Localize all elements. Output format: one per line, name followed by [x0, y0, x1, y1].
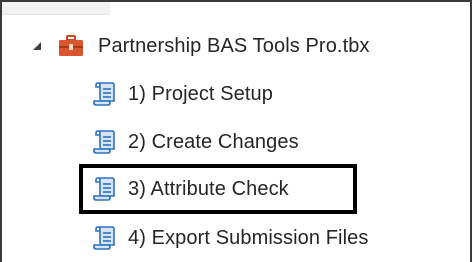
- tree-item-script-4[interactable]: 4) Export Submission Files: [92, 220, 368, 256]
- highlight-box: [79, 164, 357, 214]
- python-script-icon: [92, 81, 116, 107]
- script-label: 1) Project Setup: [128, 82, 274, 105]
- toolbox-icon: [58, 35, 84, 57]
- script-label: 2) Create Changes: [128, 130, 299, 153]
- tree-item-script-1[interactable]: 1) Project Setup: [92, 76, 273, 112]
- tree-item-script-2[interactable]: 2) Create Changes: [92, 124, 299, 160]
- tree-item-toolbox[interactable]: Partnership BAS Tools Pro.tbx: [30, 28, 370, 64]
- pane-tab-stub: [2, 2, 110, 15]
- pane-top-strip: [2, 2, 470, 16]
- python-script-icon: [92, 129, 116, 155]
- script-label: 4) Export Submission Files: [128, 226, 369, 249]
- toolbox-label: Partnership BAS Tools Pro.tbx: [98, 34, 370, 57]
- python-script-icon: [92, 225, 116, 251]
- expanded-triangle-icon[interactable]: [30, 39, 44, 53]
